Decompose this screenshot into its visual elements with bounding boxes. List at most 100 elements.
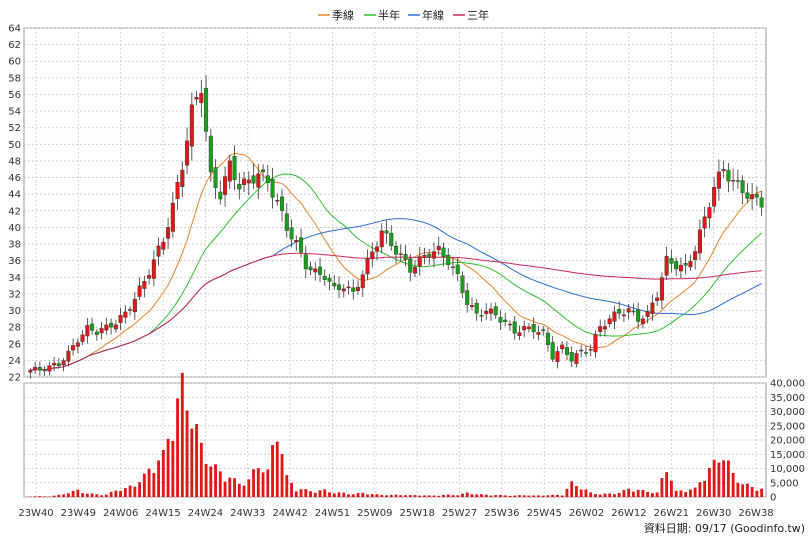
volume-tick-label: 25,000 — [770, 421, 805, 432]
candle-body — [579, 349, 584, 352]
candle-body — [536, 332, 541, 335]
volume-bar — [332, 493, 336, 497]
candle-body — [408, 258, 413, 273]
candle-body — [242, 178, 247, 185]
volume-bar — [518, 495, 521, 497]
candle-body — [42, 369, 47, 372]
candle-body — [185, 140, 190, 166]
volume-bar — [294, 491, 298, 497]
volume-bar — [385, 495, 388, 497]
volume-bar — [299, 489, 303, 497]
volume-bar — [726, 460, 730, 497]
volume-bar — [712, 459, 716, 497]
candle-body — [33, 366, 38, 371]
candle-body — [531, 324, 536, 333]
volume-bar — [304, 489, 308, 497]
candle-body — [232, 155, 237, 180]
price-tick-label: 26 — [8, 339, 21, 350]
candle-body — [199, 93, 204, 104]
volume-bar — [503, 495, 507, 497]
volume-bar — [356, 493, 360, 497]
candle-body — [370, 251, 375, 260]
volume-bar — [218, 471, 222, 497]
candle-body — [99, 328, 104, 334]
volume-bar — [750, 487, 754, 497]
volume-bar — [684, 492, 688, 497]
price-tick-label: 40 — [8, 223, 21, 234]
volume-bar — [551, 494, 555, 497]
volume-bar — [470, 494, 474, 497]
volume-bar — [33, 496, 37, 497]
legend-label: 三年 — [467, 8, 489, 22]
candle-body — [493, 306, 498, 316]
candle-body — [189, 104, 194, 147]
candle-body — [712, 187, 717, 207]
candle-body — [702, 216, 707, 229]
volume-bar — [665, 472, 669, 497]
price-tick-label: 30 — [8, 306, 21, 317]
candle-body — [716, 171, 721, 189]
volume-bar — [707, 467, 711, 497]
price-tick-label: 58 — [8, 73, 21, 84]
candle-body — [80, 334, 85, 342]
candle-body — [450, 266, 455, 268]
volume-bar — [698, 482, 702, 497]
volume-bar — [650, 493, 654, 497]
candle-body — [569, 352, 574, 362]
candle-body — [750, 194, 755, 199]
volume-bar — [223, 481, 227, 497]
volume-bar — [214, 464, 217, 497]
candle-body — [28, 370, 33, 373]
volume-bar — [152, 473, 156, 497]
x-tick-label: 24W24 — [188, 508, 223, 519]
candle-body — [251, 175, 256, 184]
candle-body — [545, 332, 550, 346]
candle-body — [351, 287, 356, 292]
volume-bar — [437, 495, 441, 497]
x-tick-label: 25W27 — [442, 508, 477, 519]
candle-body — [726, 169, 731, 182]
volume-bar — [366, 494, 369, 497]
volume-bar — [100, 495, 104, 497]
candle-body — [574, 353, 579, 364]
volume-bar — [271, 444, 274, 497]
candle-body — [303, 254, 308, 270]
volume-grid — [23, 382, 767, 498]
volume-tick-label: 5,000 — [770, 478, 799, 489]
volume-bar — [138, 482, 142, 497]
volume-bar — [413, 495, 417, 497]
candle-body — [280, 196, 285, 211]
candle-body — [52, 362, 57, 366]
volume-bar — [104, 494, 108, 497]
candle-body — [683, 263, 688, 266]
candle-body — [289, 227, 294, 240]
candle-body — [128, 309, 133, 311]
candle-body — [621, 314, 626, 317]
volume-bar — [318, 490, 322, 497]
volume-bar — [399, 495, 403, 497]
volume-bar — [261, 472, 265, 497]
candle-body — [403, 254, 408, 260]
volume-bar — [594, 494, 597, 497]
candle-body — [484, 310, 489, 315]
candle-body — [398, 253, 403, 255]
volume-bar — [114, 490, 118, 497]
volume-bar — [199, 442, 203, 497]
candle-body — [137, 285, 142, 297]
x-axis-ticks: 23W40 23W49 24W06 24W15 24W24 24W33 24W42 24W51… — [18, 508, 773, 519]
candle-body — [113, 324, 118, 330]
candle-body — [678, 264, 683, 272]
volume-bar — [247, 479, 251, 497]
volume-bar — [195, 424, 198, 497]
candle-body — [598, 326, 603, 332]
price-tick-label: 46 — [8, 173, 21, 184]
volume-bar — [617, 493, 621, 497]
volume-bar — [423, 495, 426, 497]
volume-bar — [166, 438, 170, 497]
volume-bar — [556, 494, 559, 497]
candle-body — [645, 311, 650, 317]
price-tick-label: 50 — [8, 140, 21, 151]
volume-bar — [717, 462, 721, 497]
volume-bar — [43, 496, 47, 497]
candle-body — [166, 227, 171, 239]
